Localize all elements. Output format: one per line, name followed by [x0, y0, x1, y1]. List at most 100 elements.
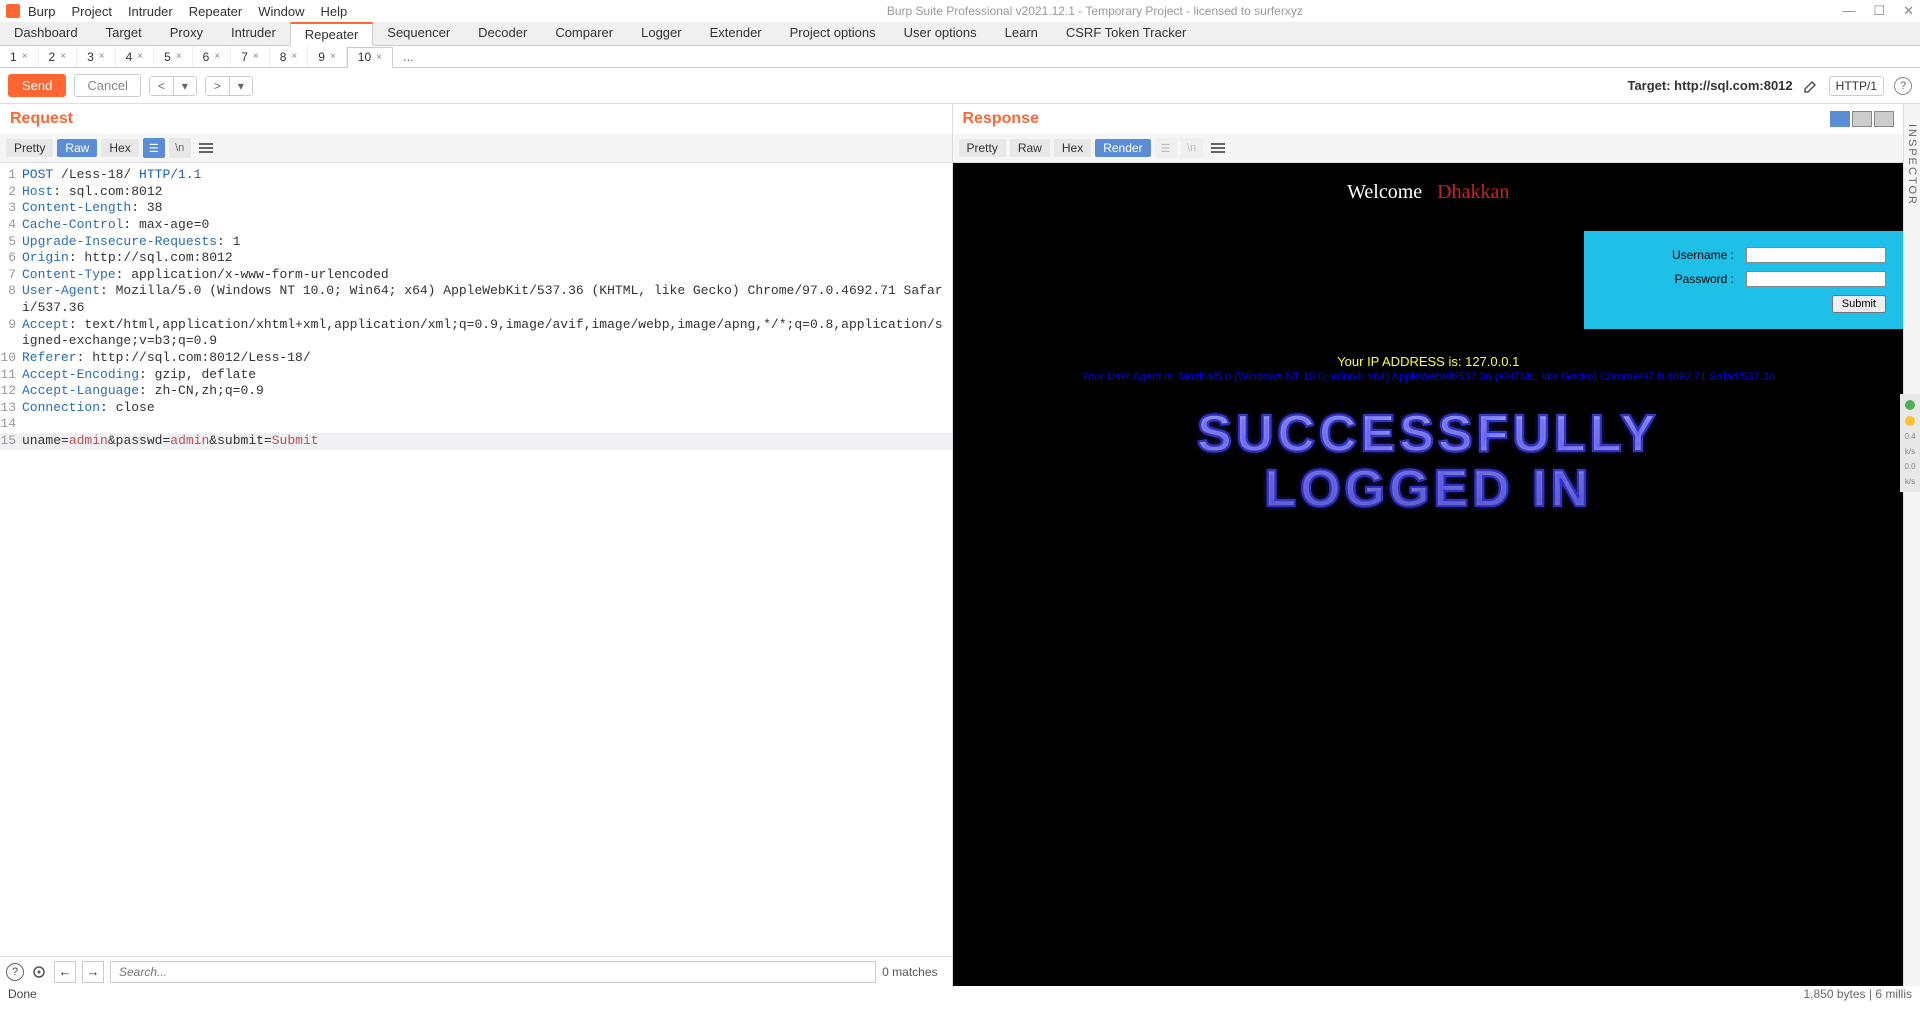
- password-label: Password :: [1675, 272, 1734, 286]
- view-render[interactable]: Render: [1095, 139, 1150, 157]
- response-pane: Response Pretty Raw Hex Render ☰ \n Welc…: [953, 104, 1905, 986]
- edit-target-icon[interactable]: [1803, 78, 1819, 94]
- menu-intruder[interactable]: Intruder: [128, 4, 173, 19]
- subtab-more[interactable]: ...: [393, 47, 424, 66]
- tab-extender[interactable]: Extender: [696, 22, 776, 45]
- tab-project-options[interactable]: Project options: [776, 22, 890, 45]
- welcome-heading: Welcome Dhakkan: [953, 181, 1905, 204]
- rate-value: 0.4: [1904, 432, 1915, 441]
- subtab-9[interactable]: 9×: [308, 46, 347, 67]
- request-title: Request: [10, 110, 73, 128]
- hamburger-icon[interactable]: [195, 139, 217, 157]
- history-forward-button[interactable]: >: [206, 77, 230, 95]
- tab-csrf-tracker[interactable]: CSRF Token Tracker: [1052, 22, 1200, 45]
- tab-comparer[interactable]: Comparer: [541, 22, 627, 45]
- help-icon[interactable]: ?: [6, 963, 24, 981]
- response-viewbar: Pretty Raw Hex Render ☰ \n: [953, 134, 1905, 163]
- help-icon[interactable]: ?: [1894, 77, 1912, 95]
- history-back-button[interactable]: <: [150, 77, 174, 95]
- login-form: Username : Password : Submit: [1584, 231, 1904, 329]
- subtab-8[interactable]: 8×: [270, 46, 309, 67]
- layout-horizontal-icon[interactable]: [1830, 111, 1850, 127]
- username-input[interactable]: [1746, 247, 1886, 263]
- target-label: Target: http://sql.com:8012: [1627, 78, 1792, 93]
- inspector-panel[interactable]: INSPECTOR: [1903, 104, 1920, 986]
- subtab-6[interactable]: 6×: [193, 46, 232, 67]
- close-icon[interactable]: ×: [376, 52, 382, 63]
- maximize-icon[interactable]: ☐: [1873, 3, 1885, 19]
- close-icon[interactable]: ×: [253, 51, 259, 62]
- subtab-3[interactable]: 3×: [77, 46, 116, 67]
- hamburger-icon[interactable]: [1207, 139, 1229, 157]
- tab-target[interactable]: Target: [92, 22, 156, 45]
- view-hex[interactable]: Hex: [101, 139, 138, 157]
- newline-icon[interactable]: \n: [1181, 138, 1203, 158]
- tab-logger[interactable]: Logger: [627, 22, 695, 45]
- subtab-7[interactable]: 7×: [231, 46, 270, 67]
- view-hex[interactable]: Hex: [1054, 139, 1091, 157]
- status-dot-yellow: [1905, 416, 1915, 426]
- app-logo: [6, 4, 20, 18]
- search-next-button[interactable]: →: [82, 961, 104, 983]
- response-render: Welcome Dhakkan Username : Password : Su…: [953, 163, 1905, 986]
- tab-user-options[interactable]: User options: [890, 22, 991, 45]
- ip-address-line: Your IP ADDRESS is: 127.0.0.1: [953, 354, 1905, 369]
- subtab-4[interactable]: 4×: [116, 46, 155, 67]
- repeater-toolbar: Send Cancel < ▾ > ▾ Target: http://sql.c…: [0, 68, 1920, 104]
- repeater-subtabs: 1× 2× 3× 4× 5× 6× 7× 8× 9× 10× ...: [0, 46, 1920, 68]
- send-button[interactable]: Send: [8, 74, 66, 97]
- actions-icon[interactable]: ☰: [1155, 138, 1177, 158]
- close-icon[interactable]: ×: [22, 51, 28, 62]
- layout-buttons: [1828, 111, 1894, 127]
- minimize-icon[interactable]: —: [1842, 3, 1855, 19]
- close-icon[interactable]: ×: [60, 51, 66, 62]
- menu-window[interactable]: Window: [258, 4, 304, 19]
- statusbar: Done 1,850 bytes | 6 millis: [0, 986, 1920, 1004]
- subtab-1[interactable]: 1×: [0, 46, 39, 67]
- tab-repeater[interactable]: Repeater: [290, 22, 373, 46]
- status-dot-green: [1905, 400, 1915, 410]
- layout-vertical-icon[interactable]: [1852, 111, 1872, 127]
- tab-proxy[interactable]: Proxy: [156, 22, 217, 45]
- view-raw[interactable]: Raw: [1010, 139, 1050, 157]
- search-input[interactable]: [110, 961, 876, 983]
- http-version[interactable]: HTTP/1: [1829, 76, 1884, 96]
- menu-help[interactable]: Help: [320, 4, 347, 19]
- tab-intruder[interactable]: Intruder: [217, 22, 290, 45]
- menu-project[interactable]: Project: [71, 4, 111, 19]
- view-pretty[interactable]: Pretty: [959, 139, 1006, 157]
- close-icon[interactable]: ×: [330, 51, 336, 62]
- tab-decoder[interactable]: Decoder: [464, 22, 541, 45]
- request-editor[interactable]: 1POST /Less-18/ HTTP/1.12Host: sql.com:8…: [0, 163, 952, 956]
- gear-icon[interactable]: [30, 963, 48, 981]
- search-prev-button[interactable]: ←: [54, 961, 76, 983]
- newline-icon[interactable]: \n: [169, 138, 191, 158]
- subtab-5[interactable]: 5×: [154, 46, 193, 67]
- actions-icon[interactable]: ☰: [143, 138, 165, 158]
- tab-dashboard[interactable]: Dashboard: [0, 22, 92, 45]
- rate-unit: k/s: [1905, 447, 1915, 456]
- close-icon[interactable]: ×: [291, 51, 297, 62]
- password-input[interactable]: [1746, 271, 1886, 287]
- submit-button[interactable]: Submit: [1832, 295, 1886, 313]
- view-raw[interactable]: Raw: [57, 139, 97, 157]
- close-icon[interactable]: ×: [99, 51, 105, 62]
- history-back-dropdown[interactable]: ▾: [174, 77, 196, 95]
- request-searchbar: ? ← → 0 matches: [0, 956, 952, 986]
- close-icon[interactable]: ×: [176, 51, 182, 62]
- close-icon[interactable]: ✕: [1903, 3, 1914, 19]
- menu-burp[interactable]: Burp: [28, 4, 55, 19]
- tab-sequencer[interactable]: Sequencer: [373, 22, 464, 45]
- response-title: Response: [963, 110, 1039, 128]
- close-icon[interactable]: ×: [214, 51, 220, 62]
- user-agent-line: Your User Agent is: Mozilla/5.0 (Windows…: [953, 371, 1905, 383]
- cancel-button[interactable]: Cancel: [74, 74, 140, 97]
- close-icon[interactable]: ×: [137, 51, 143, 62]
- history-forward-dropdown[interactable]: ▾: [230, 77, 252, 95]
- layout-combined-icon[interactable]: [1874, 111, 1894, 127]
- subtab-2[interactable]: 2×: [39, 46, 78, 67]
- view-pretty[interactable]: Pretty: [6, 139, 53, 157]
- menu-repeater[interactable]: Repeater: [189, 4, 242, 19]
- tab-learn[interactable]: Learn: [991, 22, 1052, 45]
- subtab-10[interactable]: 10×: [347, 47, 393, 68]
